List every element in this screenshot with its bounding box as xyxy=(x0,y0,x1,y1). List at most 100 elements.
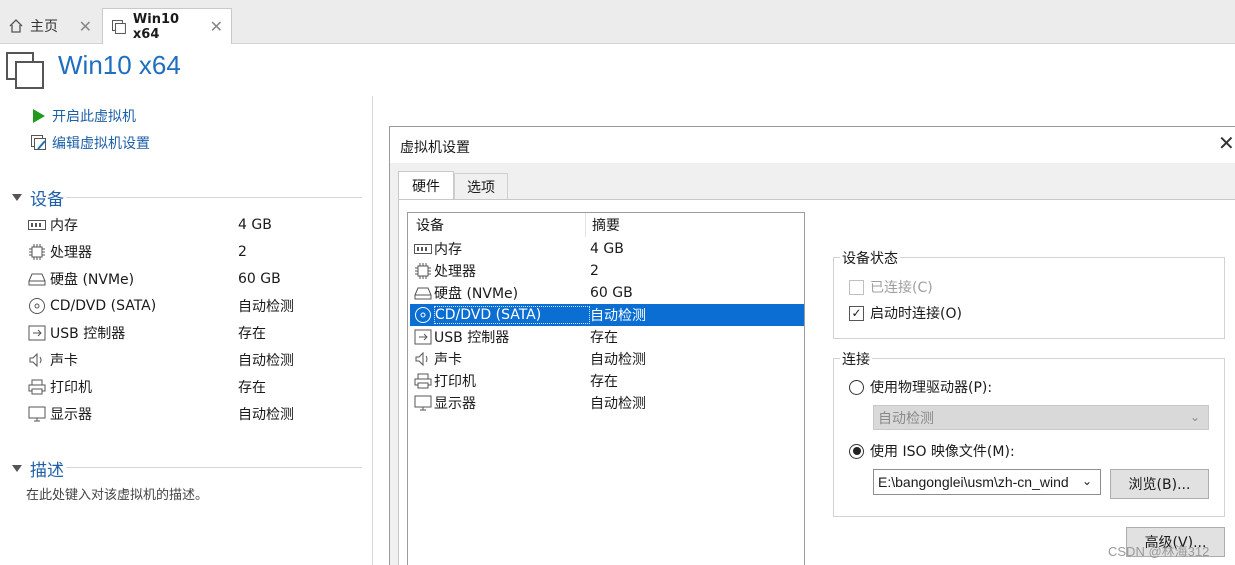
tab-home-label: 主页 xyxy=(30,19,58,35)
device-row-harddisk[interactable]: 硬盘 (NVMe) 60 GB xyxy=(28,265,358,292)
connect-at-power-on-label: 启动时连接(O) xyxy=(870,306,962,322)
collapse-triangle-icon xyxy=(12,194,22,201)
description-placeholder[interactable]: 在此处键入对该虚拟机的描述。 xyxy=(26,484,208,503)
device-name: 声卡 xyxy=(50,352,78,369)
list-item-name: 声卡 xyxy=(434,352,462,368)
speaker-icon xyxy=(28,352,50,368)
tab-home[interactable]: 主页 ✕ xyxy=(0,8,100,44)
radio-circle xyxy=(849,379,864,395)
device-value: 60 GB xyxy=(238,270,281,287)
tab-home-close-icon[interactable]: ✕ xyxy=(79,17,92,36)
section-divider xyxy=(66,467,362,468)
dialog-close-icon[interactable]: ✕ xyxy=(1218,131,1235,155)
list-item-cd-selected[interactable]: CD/DVD (SATA) 自动检测 xyxy=(410,304,804,326)
device-value: 自动检测 xyxy=(238,406,294,423)
device-row-cpu[interactable]: 处理器 2 xyxy=(28,238,358,265)
chevron-down-icon: ⌄ xyxy=(1189,410,1200,424)
page-title: Win10 x64 xyxy=(58,50,181,80)
cd-icon xyxy=(410,306,434,324)
list-item-summary: 自动检测 xyxy=(590,308,646,324)
dialog-body: 硬件 选项 设备 摘要 内存 4 GB 处理器 2 硬盘 (NVMe) 60 G… xyxy=(390,163,1235,565)
column-header-summary[interactable]: 摘要 xyxy=(586,215,620,235)
device-row-cd[interactable]: CD/DVD (SATA) 自动检测 xyxy=(28,292,358,319)
list-item-monitor[interactable]: 显示器 自动检测 xyxy=(410,392,804,414)
list-item-harddisk[interactable]: 硬盘 (NVMe) 60 GB xyxy=(410,282,804,304)
list-item-summary: 自动检测 xyxy=(590,396,646,412)
memory-icon xyxy=(28,219,50,231)
printer-icon xyxy=(410,373,434,389)
cd-icon xyxy=(28,297,50,315)
device-name: 打印机 xyxy=(50,379,92,396)
cpu-icon xyxy=(28,243,50,261)
list-item-name: 内存 xyxy=(434,242,462,258)
device-value: 存在 xyxy=(238,325,266,342)
chevron-down-icon[interactable]: ⌄ xyxy=(1082,474,1092,488)
list-item-memory[interactable]: 内存 4 GB xyxy=(410,238,804,260)
description-section-header[interactable]: 描述 xyxy=(12,456,64,481)
checkmark-icon: ✓ xyxy=(849,305,864,321)
tab-strip: 主页 ✕ Win10 x64 ✕ xyxy=(0,0,1235,44)
physical-drive-select[interactable]: 自动检测 ⌄ xyxy=(873,405,1209,430)
list-item-printer[interactable]: 打印机 存在 xyxy=(410,370,804,392)
tab-options[interactable]: 选项 xyxy=(454,173,508,199)
harddisk-icon xyxy=(28,272,50,286)
device-status-group xyxy=(833,257,1225,339)
collapse-triangle-icon xyxy=(12,465,22,472)
usb-icon xyxy=(28,325,50,341)
iso-file-radio[interactable]: 使用 ISO 映像文件(M): xyxy=(849,441,1015,461)
device-name: USB 控制器 xyxy=(50,325,126,342)
browse-button[interactable]: 浏览(B)... xyxy=(1110,469,1209,499)
physical-drive-label: 使用物理驱动器(P): xyxy=(870,380,993,396)
list-item-summary: 60 GB xyxy=(590,285,633,301)
connection-label: 连接 xyxy=(840,349,872,369)
edit-settings-label: 编辑虚拟机设置 xyxy=(52,136,150,152)
list-item-name: CD/DVD (SATA) xyxy=(434,306,590,324)
device-row-sound[interactable]: 声卡 自动检测 xyxy=(28,346,358,373)
monitor-icon xyxy=(410,395,434,411)
tab-vm-label: Win10 x64 xyxy=(132,11,180,42)
list-item-name: 显示器 xyxy=(434,396,476,412)
list-item-summary: 存在 xyxy=(590,330,618,346)
devices-section-title: 设备 xyxy=(30,190,64,210)
device-row-usb[interactable]: USB 控制器 存在 xyxy=(28,319,358,346)
iso-path-combobox[interactable]: E:\bangonglei\usm\zh-cn_wind ⌄ xyxy=(873,469,1101,495)
device-list[interactable]: 设备 摘要 内存 4 GB 处理器 2 硬盘 (NVMe) 60 GB CD/D… xyxy=(407,212,805,565)
cpu-icon xyxy=(410,262,434,280)
device-value: 2 xyxy=(238,243,247,260)
usb-icon xyxy=(410,329,434,345)
panel-splitter[interactable] xyxy=(372,96,373,565)
device-name: 内存 xyxy=(50,217,78,234)
tab-vm-close-icon[interactable]: ✕ xyxy=(210,17,223,36)
device-row-printer[interactable]: 打印机 存在 xyxy=(28,373,358,400)
edit-settings-command[interactable]: 编辑虚拟机设置 xyxy=(30,133,150,153)
harddisk-icon xyxy=(410,286,434,300)
device-row-monitor[interactable]: 显示器 自动检测 xyxy=(28,400,358,427)
column-header-device[interactable]: 设备 xyxy=(408,213,586,237)
list-item-usb[interactable]: USB 控制器 存在 xyxy=(410,326,804,348)
monitor-icon xyxy=(28,406,50,422)
physical-drive-value: 自动检测 xyxy=(878,410,934,427)
physical-drive-radio[interactable]: 使用物理驱动器(P): xyxy=(849,377,992,397)
device-row-memory[interactable]: 内存 4 GB xyxy=(28,211,358,238)
list-item-sound[interactable]: 声卡 自动检测 xyxy=(410,348,804,370)
connected-checkbox[interactable]: 已连接(C) xyxy=(849,277,933,297)
device-value: 自动检测 xyxy=(238,352,294,369)
power-on-label: 开启此虚拟机 xyxy=(52,109,136,125)
checkbox-box xyxy=(849,279,864,295)
list-item-summary: 4 GB xyxy=(590,241,624,257)
iso-path-value: E:\bangonglei\usm\zh-cn_wind xyxy=(878,474,1069,490)
watermark: CSDN @林海312 xyxy=(1108,544,1210,559)
connect-at-power-on-checkbox[interactable]: ✓ 启动时连接(O) xyxy=(849,303,962,323)
home-icon xyxy=(9,19,23,33)
power-on-command[interactable]: 开启此虚拟机 xyxy=(30,106,136,126)
tab-hardware[interactable]: 硬件 xyxy=(398,171,454,199)
description-section-title: 描述 xyxy=(30,461,64,481)
memory-icon xyxy=(410,243,434,255)
devices-section-header[interactable]: 设备 xyxy=(12,185,64,210)
tab-vm[interactable]: Win10 x64 ✕ xyxy=(102,8,232,44)
list-item-name: 处理器 xyxy=(434,264,476,280)
list-item-cpu[interactable]: 处理器 2 xyxy=(410,260,804,282)
device-value: 自动检测 xyxy=(238,298,294,315)
vm-icon xyxy=(111,19,126,34)
list-item-name: 打印机 xyxy=(434,374,476,390)
